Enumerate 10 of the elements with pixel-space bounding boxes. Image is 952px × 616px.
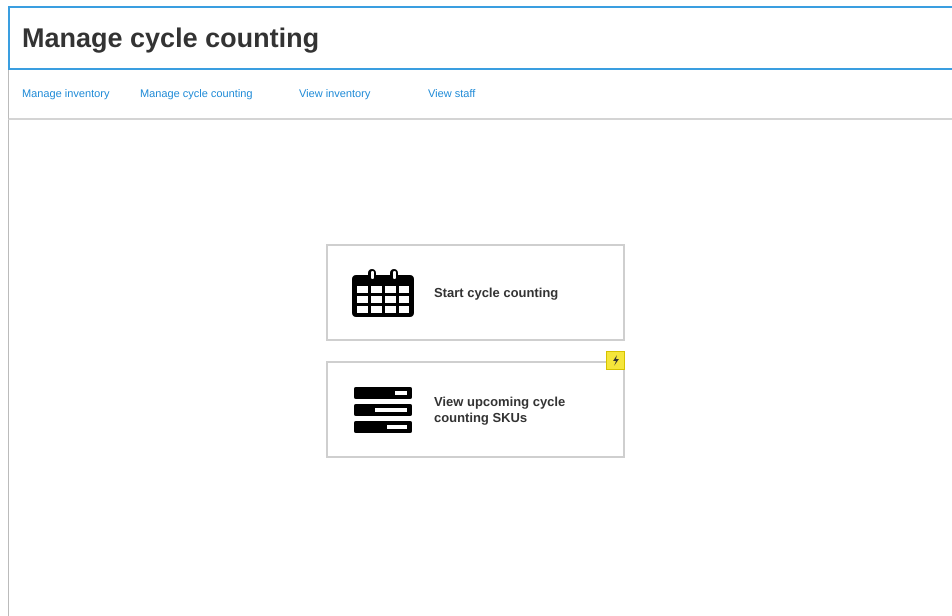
nav-link[interactable]: View staff — [428, 86, 528, 102]
lightning-icon — [612, 355, 620, 366]
nav-link[interactable]: Manage inventory — [22, 86, 140, 102]
nav-link[interactable]: Manage cycle counting — [140, 86, 299, 102]
action-card[interactable]: Start cycle counting — [326, 244, 625, 341]
action-card[interactable]: View upcoming cycle counting SKUs — [326, 361, 625, 458]
list-icon — [354, 386, 412, 432]
page-title: Manage cycle counting — [22, 22, 320, 55]
calendar-icon — [352, 268, 414, 316]
nav-link[interactable]: View inventory — [299, 86, 428, 102]
